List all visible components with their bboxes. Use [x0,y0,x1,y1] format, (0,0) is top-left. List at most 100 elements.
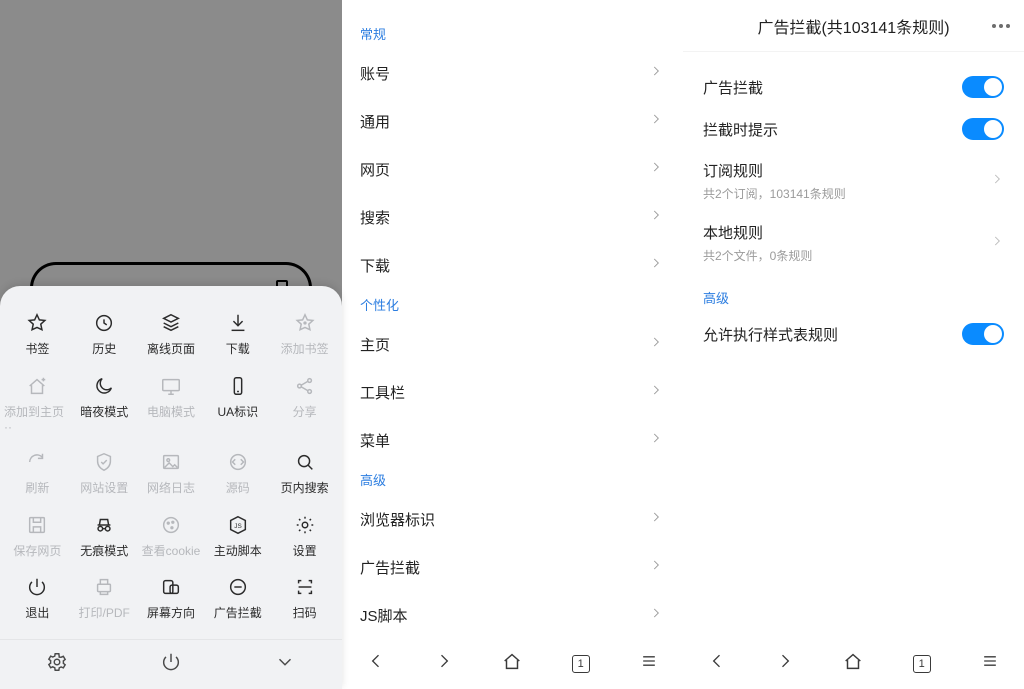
chevron-right-icon [649,558,663,576]
nav-home-icon[interactable] [842,650,864,677]
nav-menu-icon[interactable] [980,651,1000,676]
settings-row[interactable]: JS脚本 [342,591,683,637]
row-title: 广告拦截 [703,77,763,98]
settings-row[interactable]: 通用 [342,97,683,145]
menu-item-label: 无痕模式 [80,542,128,559]
nav-forward-icon[interactable] [775,651,795,676]
toggle-row[interactable]: 拦截时提示 [683,108,1024,150]
js-icon: JS [227,514,249,536]
menu-add-bookmark[interactable]: 添加书签 [271,306,338,369]
section-header: 高级 [342,464,683,495]
menu-exit[interactable]: 退出 [4,570,71,633]
moon-icon [93,375,115,397]
settings-row[interactable]: 主页 [342,320,683,368]
link-row[interactable]: 订阅规则共2个订阅，103141条规则 [683,150,1024,212]
menu-item-label: 保存网页 [13,542,61,559]
toggle-switch[interactable] [962,76,1004,98]
nav-tabs-button[interactable]: 1 [572,655,590,673]
toggle-switch[interactable] [962,323,1004,345]
settings-scroll: 常规账号通用网页搜索下载个性化主页工具栏菜单高级浏览器标识广告拦截JS脚本其他 [342,0,683,637]
settings-row[interactable]: 菜单 [342,416,683,464]
row-title: 拦截时提示 [703,119,778,140]
settings-row[interactable]: 工具栏 [342,368,683,416]
nav-tabs-button[interactable]: 1 [913,655,931,673]
menu-item-label: 添加到主页·· [4,403,71,434]
chevron-right-icon [990,234,1004,253]
toggle-switch[interactable] [962,118,1004,140]
menu-settings[interactable]: 设置 [271,508,338,571]
menu-item-label: 页内搜索 [281,479,329,496]
menu-site-settings[interactable]: 网站设置 [71,445,138,508]
toggle-row[interactable]: 允许执行样式表规则 [683,313,1024,355]
search-icon [294,451,316,473]
chevron-right-icon [649,208,663,226]
code-icon [227,451,249,473]
monitor-icon [160,375,182,397]
menu-item-label: 广告拦截 [214,604,262,621]
row-title: 订阅规则 [703,160,846,181]
nav-back-icon[interactable] [366,651,386,676]
menu-find-in-page[interactable]: 页内搜索 [271,445,338,508]
menu-offline-pages[interactable]: 离线页面 [138,306,205,369]
settings-row[interactable]: 浏览器标识 [342,495,683,543]
clock-icon [93,312,115,334]
menu-bookmarks[interactable]: 书签 [4,306,71,369]
menu-scan[interactable]: 扫码 [271,570,338,633]
menu-view-cookie[interactable]: 查看cookie [138,508,205,571]
chevron-right-icon [649,112,663,130]
menu-refresh[interactable]: 刷新 [4,445,71,508]
menu-item-label: 分享 [293,403,317,420]
menu-incognito[interactable]: 无痕模式 [71,508,138,571]
toggle-row[interactable]: 广告拦截 [683,66,1024,108]
nav-back-icon[interactable] [707,651,727,676]
menu-item-label: 书签 [25,340,49,357]
menu-share[interactable]: 分享 [271,369,338,446]
page-title-text: 广告拦截(共103141条规则) [757,14,949,38]
more-icon[interactable] [992,0,1010,51]
menu-item-label: 暗夜模式 [80,403,128,420]
menu-history[interactable]: 历史 [71,306,138,369]
menu-net-log[interactable]: 网络日志 [138,445,205,508]
settings-row-label: 广告拦截 [360,557,420,578]
menu-add-to-home[interactable]: 添加到主页·· [4,369,71,446]
power-icon[interactable] [160,651,182,678]
menu-download[interactable]: 下载 [204,306,271,369]
menu-ua-flag[interactable]: UA标识 [204,369,271,446]
menu-ad-block[interactable]: 广告拦截 [204,570,271,633]
settings-row[interactable]: 网页 [342,145,683,193]
menu-night-mode[interactable]: 暗夜模式 [71,369,138,446]
chevron-down-icon[interactable] [274,651,296,678]
link-row[interactable]: 本地规则共2个文件，0条规则 [683,212,1024,274]
menu-item-label: 离线页面 [147,340,195,357]
star-icon [26,312,48,334]
nav-forward-icon[interactable] [434,651,454,676]
menu-save-page[interactable]: 保存网页 [4,508,71,571]
menu-drawer-panel: 书签 历史离线页面 下载 添加书签添加到主页·· 暗夜模式 电脑模式 UA标识 分享刷新网站设… [0,0,342,689]
menu-item-label: 网络日志 [147,479,195,496]
scan-icon [294,576,316,598]
settings-row[interactable]: 下载 [342,241,683,289]
shield-icon [93,451,115,473]
chevron-right-icon [649,160,663,178]
nav-menu-icon[interactable] [639,651,659,676]
menu-item-label: 下载 [226,340,250,357]
menu-print-pdf[interactable]: 打印/PDF [71,570,138,633]
menu-item-label: UA标识 [217,403,258,420]
chevron-right-icon [649,335,663,353]
gear-icon[interactable] [46,651,68,678]
menu-desktop-mode[interactable]: 电脑模式 [138,369,205,446]
menu-active-script[interactable]: JS主动脚本 [204,508,271,571]
menu-source[interactable]: 源码 [204,445,271,508]
settings-row[interactable]: 搜索 [342,193,683,241]
settings-row[interactable]: 账号 [342,49,683,97]
settings-row-label: 浏览器标识 [360,509,435,530]
printer-icon [93,576,115,598]
download-icon [227,312,249,334]
row-subtitle: 共2个文件，0条规则 [703,247,812,264]
menu-orientation[interactable]: 屏幕方向 [138,570,205,633]
nav-home-icon[interactable] [501,650,523,677]
adblock-settings-panel: 广告拦截(共103141条规则) 广告拦截拦截时提示订阅规则共2个订阅，1031… [683,0,1024,689]
menu-item-label: 电脑模式 [147,403,195,420]
settings-row[interactable]: 广告拦截 [342,543,683,591]
orientation-icon [160,576,182,598]
